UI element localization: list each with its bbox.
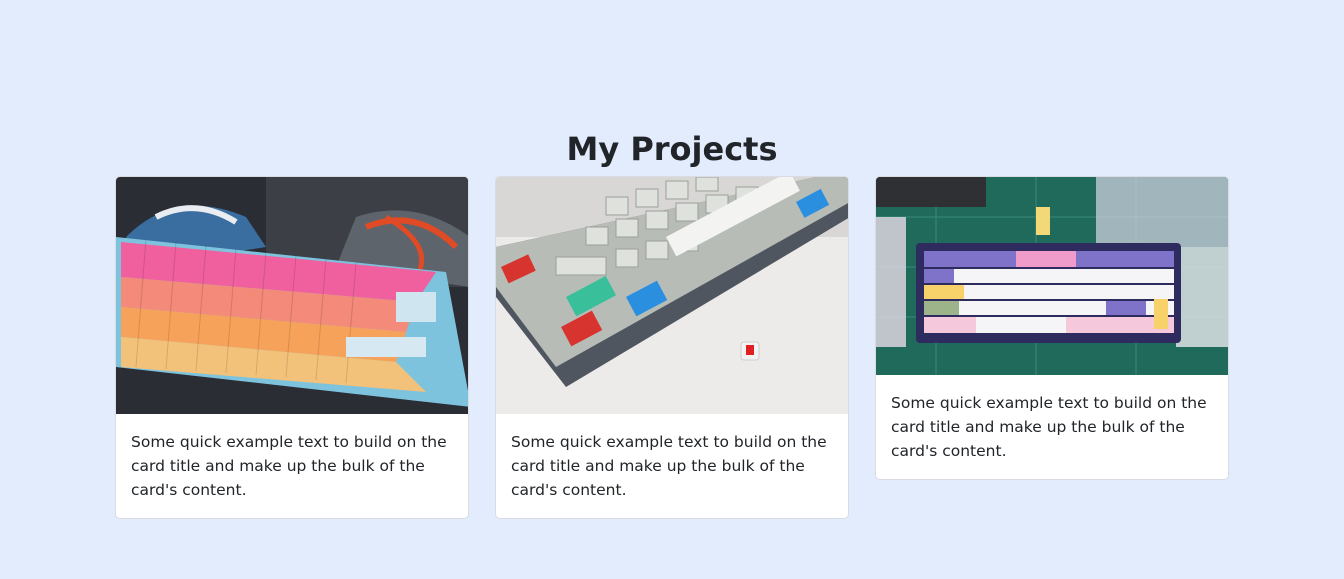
card-text: Some quick example text to build on the … (891, 394, 1207, 460)
card-image (876, 177, 1228, 375)
card-image (496, 177, 848, 414)
project-card[interactable]: Some quick example text to build on the … (115, 176, 469, 519)
page-title: My Projects (566, 130, 778, 168)
card-text: Some quick example text to build on the … (131, 433, 447, 499)
project-card[interactable]: Some quick example text to build on the … (495, 176, 849, 519)
card-image (116, 177, 468, 414)
project-card[interactable]: Some quick example text to build on the … (875, 176, 1229, 480)
card-text: Some quick example text to build on the … (511, 433, 827, 499)
